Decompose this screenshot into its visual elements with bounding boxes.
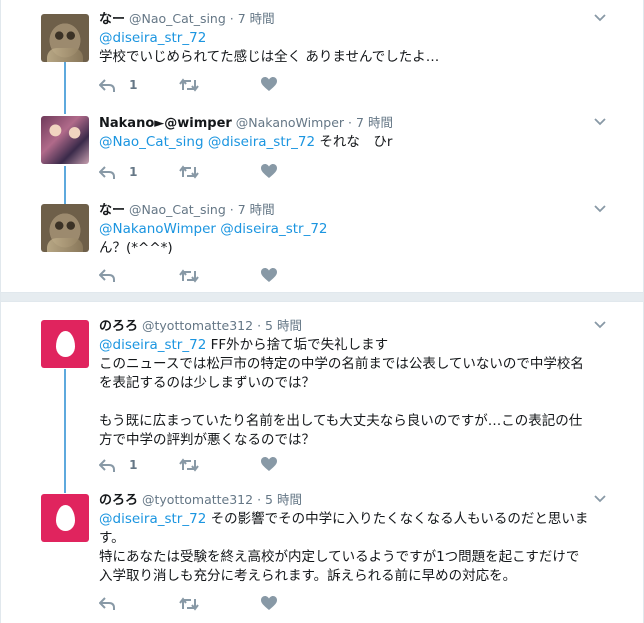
tweet-text: @diseira_str_72 FF外から捨て垢で失礼します このニュースでは松…: [99, 336, 609, 450]
reply-button[interactable]: 1: [98, 76, 138, 94]
like-button[interactable]: [261, 456, 277, 474]
retweet-icon: [179, 268, 199, 283]
conversation-timeline: なー @Nao_Cat_sing · 7 時間 @diseira_str_72 …: [0, 0, 644, 623]
tweet-body: それな ひr: [315, 134, 393, 150]
cat-photo-avatar[interactable]: [41, 204, 89, 252]
separator-dot: ·: [229, 202, 234, 217]
tweet-text: @Nao_Cat_sing @diseira_str_72 それな ひr: [99, 133, 609, 152]
mention-links[interactable]: @NakanoWimper @diseira_str_72: [99, 221, 328, 237]
mention-links[interactable]: @Nao_Cat_sing @diseira_str_72: [99, 134, 315, 150]
user-handle[interactable]: @tyottomatte312: [142, 492, 253, 507]
conversation-divider: [1, 292, 643, 302]
tweet-header: なー @Nao_Cat_sing · 7 時間: [99, 202, 603, 219]
tweet-header: なー @Nao_Cat_sing · 7 時間: [99, 11, 603, 28]
separator-dot: ·: [257, 492, 262, 507]
egg-avatar[interactable]: [41, 320, 89, 368]
people-photo-avatar[interactable]: [41, 116, 89, 164]
tweet-body-continued: す。 特にあなたは受験を終え高校が内定しているようですが1つ問題を起こすだけで …: [99, 530, 580, 584]
tweet-body: ん？(*^^*): [99, 240, 173, 256]
reply-icon: [98, 596, 115, 610]
retweet-icon: [179, 596, 199, 611]
retweet-button[interactable]: [179, 76, 199, 94]
egg-avatar[interactable]: [41, 494, 89, 542]
timestamp[interactable]: 5 時間: [265, 318, 302, 333]
reply-count: 1: [129, 165, 138, 179]
display-name[interactable]: のろろ: [99, 493, 138, 508]
heart-icon: [261, 596, 277, 610]
chevron-down-icon[interactable]: [593, 203, 607, 217]
timestamp[interactable]: 5 時間: [265, 492, 302, 507]
user-handle[interactable]: @Nao_Cat_sing: [129, 202, 226, 217]
like-button[interactable]: [261, 267, 277, 285]
tweet-header: のろろ @tyottomatte312 · 5 時間: [99, 318, 603, 335]
retweet-button[interactable]: [179, 456, 199, 474]
reply-button[interactable]: 1: [98, 163, 138, 181]
egg-icon: [56, 331, 75, 357]
tweet[interactable]: なー @Nao_Cat_sing · 7 時間 @NakanoWimper @d…: [1, 194, 643, 292]
reply-icon: [98, 458, 115, 472]
timestamp[interactable]: 7 時間: [238, 202, 275, 217]
display-name[interactable]: のろろ: [99, 319, 138, 334]
chevron-down-icon[interactable]: [593, 319, 607, 333]
reply-button[interactable]: [98, 595, 115, 613]
tweet-body: FF外から捨て垢で失礼します: [206, 337, 389, 353]
reply-count: 1: [129, 458, 138, 472]
tweet-body-continued: このニュースでは松戸市の特定の中学の名前までは公表していないので中学校名 を表記…: [99, 356, 584, 448]
chevron-down-icon[interactable]: [593, 116, 607, 130]
tweet-actions: 1: [98, 163, 299, 181]
like-button[interactable]: [261, 76, 277, 94]
tweet-body: その影響でその中学に入りたくなくなる人もいるのだと思いま: [206, 511, 589, 527]
tweet-body: 学校でいじめられてた感じは全く ありませんでしたよ…: [99, 49, 440, 65]
retweet-icon: [179, 457, 199, 472]
chevron-down-icon[interactable]: [593, 493, 607, 507]
reply-count: 1: [129, 78, 138, 92]
separator-dot: ·: [229, 11, 234, 26]
reply-button[interactable]: [98, 267, 115, 285]
tweet-actions: 1: [98, 76, 299, 94]
reply-icon: [98, 165, 115, 179]
tweet-text: @diseira_str_72 その影響でその中学に入りたくなくなる人もいるのだ…: [99, 510, 609, 586]
reply-icon: [98, 268, 115, 282]
user-handle[interactable]: @NakanoWimper: [236, 115, 344, 130]
tweet[interactable]: のろろ @tyottomatte312 · 5 時間 @diseira_str_…: [1, 304, 643, 484]
chevron-down-icon[interactable]: [593, 12, 607, 26]
heart-icon: [261, 268, 277, 282]
retweet-icon: [179, 164, 199, 179]
retweet-button[interactable]: [179, 267, 199, 285]
egg-icon: [56, 505, 75, 531]
tweet[interactable]: Nakano►@wimper @NakanoWimper · 7 時間 @Nao…: [1, 104, 643, 194]
user-handle[interactable]: @Nao_Cat_sing: [129, 11, 226, 26]
tweet-text: @NakanoWimper @diseira_str_72 ん？(*^^*): [99, 220, 609, 258]
like-button[interactable]: [261, 595, 277, 613]
timestamp[interactable]: 7 時間: [238, 11, 275, 26]
tweet-text: @diseira_str_72 学校でいじめられてた感じは全く ありませんでした…: [99, 29, 609, 67]
display-name[interactable]: なー: [99, 203, 125, 218]
reply-icon: [98, 78, 115, 92]
tweet-actions: [98, 595, 299, 613]
tweet[interactable]: なー @Nao_Cat_sing · 7 時間 @diseira_str_72 …: [1, 0, 643, 100]
tweet-actions: [98, 267, 299, 285]
tweet-actions: 1: [98, 456, 299, 474]
heart-icon: [261, 164, 277, 178]
retweet-button[interactable]: [179, 595, 199, 613]
like-button[interactable]: [261, 163, 277, 181]
display-name[interactable]: なー: [99, 12, 125, 27]
user-handle[interactable]: @tyottomatte312: [142, 318, 253, 333]
retweet-button[interactable]: [179, 163, 199, 181]
retweet-icon: [179, 77, 199, 92]
display-name[interactable]: Nakano►@wimper: [99, 116, 232, 131]
tweet[interactable]: のろろ @tyottomatte312 · 5 時間 @diseira_str_…: [1, 484, 643, 623]
timestamp[interactable]: 7 時間: [356, 115, 393, 130]
heart-icon: [261, 77, 277, 91]
tweet-header: のろろ @tyottomatte312 · 5 時間: [99, 492, 603, 509]
separator-dot: ·: [257, 318, 262, 333]
heart-icon: [261, 457, 277, 471]
tweet-header: Nakano►@wimper @NakanoWimper · 7 時間: [99, 115, 603, 132]
mention-links[interactable]: @diseira_str_72: [99, 337, 206, 353]
mention-links[interactable]: @diseira_str_72: [99, 30, 206, 46]
separator-dot: ·: [348, 115, 353, 130]
cat-photo-avatar[interactable]: [41, 14, 89, 62]
reply-button[interactable]: 1: [98, 456, 138, 474]
mention-links[interactable]: @diseira_str_72: [99, 511, 206, 527]
